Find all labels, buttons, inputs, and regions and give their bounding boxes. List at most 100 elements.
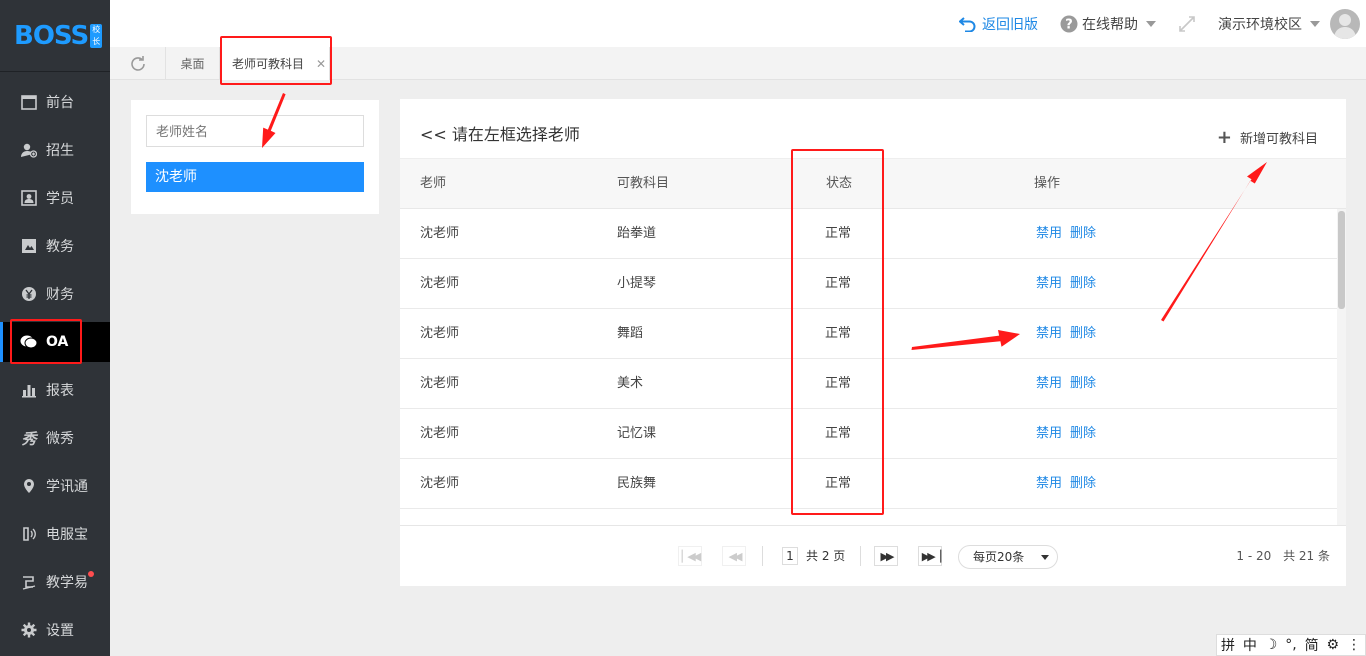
total-pages-text: 共 2 页 xyxy=(806,549,846,563)
ime-pinyin-icon[interactable]: 拼 xyxy=(1221,635,1235,655)
column-header-teacher: 老师 xyxy=(420,176,447,191)
back-old-version-label: 返回旧版 xyxy=(982,16,1038,33)
sidebar-item-label: 报表 xyxy=(46,383,74,399)
page-size-select[interactable]: 每页20条 xyxy=(958,545,1058,569)
cell-subject: 记忆课 xyxy=(617,426,657,441)
campus-selector[interactable]: 演示环境校区 xyxy=(1218,14,1320,34)
ime-simplified[interactable]: 简 xyxy=(1305,635,1319,655)
disable-link[interactable]: 禁用 xyxy=(1036,259,1062,308)
expand-icon xyxy=(1178,15,1196,33)
cell-subject: 小提琴 xyxy=(617,276,657,291)
ime-gear-icon[interactable]: ⚙ xyxy=(1327,637,1340,653)
table-scrollbar[interactable] xyxy=(1337,209,1346,525)
first-page-button[interactable]: ▏◀◀ xyxy=(678,546,702,566)
question-icon: ? xyxy=(1060,15,1078,33)
cell-teacher: 沈老师 xyxy=(420,376,460,391)
delete-link[interactable]: 删除 xyxy=(1070,209,1096,258)
sidebar-item-weixiu[interactable]: 秀 微秀 xyxy=(0,418,110,458)
plus-icon: + xyxy=(1216,127,1232,148)
sidebar-item-shezhi[interactable]: 设置 xyxy=(0,610,110,650)
divider xyxy=(762,546,763,566)
add-subject-label: 新增可教科目 xyxy=(1239,132,1318,147)
sidebar-item-baobiao[interactable]: 报表 xyxy=(0,370,110,410)
sidebar-item-xueyuan[interactable]: 学员 xyxy=(0,178,110,218)
record-range: 1 - 20 共 21 条 xyxy=(1236,547,1330,565)
teacher-list-item[interactable]: 沈老师 xyxy=(146,162,364,192)
delete-link[interactable]: 删除 xyxy=(1070,459,1096,508)
svg-text:?: ? xyxy=(1065,17,1073,32)
column-header-actions: 操作 xyxy=(1034,176,1061,191)
sidebar-item-dianfubao[interactable]: 电服宝 xyxy=(0,514,110,554)
sidebar-item-jiaowu[interactable]: 教务 xyxy=(0,226,110,266)
delete-link[interactable]: 删除 xyxy=(1070,409,1096,458)
undo-arrow-icon xyxy=(959,16,977,32)
sidebar-item-label: 财务 xyxy=(46,287,74,303)
ime-moon-icon[interactable]: ☽ xyxy=(1265,637,1278,653)
teacher-panel: 沈老师 xyxy=(131,100,379,214)
sidebar-item-qiantai[interactable]: 前台 xyxy=(0,82,110,122)
divider xyxy=(860,546,861,566)
cell-subject: 跆拳道 xyxy=(617,226,657,241)
logo-text: BOSS xyxy=(14,20,89,51)
teacher-search-input[interactable] xyxy=(146,115,364,147)
disable-link[interactable]: 禁用 xyxy=(1036,459,1062,508)
book-icon xyxy=(20,237,38,255)
cell-subject: 民族舞 xyxy=(617,476,657,491)
cell-teacher: 沈老师 xyxy=(420,426,460,441)
scrollbar-thumb[interactable] xyxy=(1338,211,1345,309)
delete-link[interactable]: 删除 xyxy=(1070,259,1096,308)
gear-icon xyxy=(20,621,38,639)
calendar-icon xyxy=(20,93,38,111)
sidebar-item-label: 教学易 xyxy=(46,575,88,591)
sidebar-item-label: 前台 xyxy=(46,95,74,111)
ime-punctuation[interactable]: °, xyxy=(1285,637,1296,653)
add-subject-button[interactable]: + 新增可教科目 xyxy=(1217,127,1318,148)
disable-link[interactable]: 禁用 xyxy=(1036,309,1062,358)
online-help-label: 在线帮助 xyxy=(1082,16,1138,33)
last-page-button[interactable]: ▶▶▕ xyxy=(918,546,942,566)
delete-link[interactable]: 删除 xyxy=(1070,359,1096,408)
sidebar-item-xuexuntong[interactable]: 学讯通 xyxy=(0,466,110,506)
sidebar-item-jiaoxueyi[interactable]: 教学易 xyxy=(0,562,110,602)
phone-icon xyxy=(20,525,38,543)
ime-more-icon[interactable]: ⋮ xyxy=(1347,637,1361,653)
annotation-box-status xyxy=(791,149,884,515)
bar-chart-icon xyxy=(20,381,38,399)
ime-toolbar: 拼 中 ☽ °, 简 ⚙ ⋮ xyxy=(1216,634,1366,656)
fullscreen-button[interactable] xyxy=(1178,15,1196,33)
cell-teacher: 沈老师 xyxy=(420,326,460,341)
teach-icon xyxy=(20,573,38,591)
sidebar-item-zhaosheng[interactable]: 招生 xyxy=(0,130,110,170)
yen-icon xyxy=(20,285,38,303)
cell-subject: 美术 xyxy=(617,376,644,391)
avatar[interactable] xyxy=(1330,8,1360,39)
disable-link[interactable]: 禁用 xyxy=(1036,409,1062,458)
notification-dot xyxy=(88,571,94,577)
next-page-button[interactable]: ▶▶ xyxy=(874,546,898,566)
tab-desktop[interactable]: 桌面 xyxy=(166,47,220,80)
delete-link[interactable]: 删除 xyxy=(1070,309,1096,358)
cell-subject: 舞蹈 xyxy=(617,326,644,341)
student-card-icon xyxy=(20,189,38,207)
current-page-input[interactable]: 1 xyxy=(782,547,798,565)
back-old-version-link[interactable]: 返回旧版 xyxy=(959,14,1038,34)
sidebar-item-label: 电服宝 xyxy=(46,527,88,543)
chevron-down-icon xyxy=(1041,555,1049,560)
refresh-icon xyxy=(129,55,147,73)
xiu-icon: 秀 xyxy=(21,429,37,448)
chevron-down-icon xyxy=(1310,20,1320,27)
disable-link[interactable]: 禁用 xyxy=(1036,359,1062,408)
sidebar-item-caiwu[interactable]: 财务 xyxy=(0,274,110,314)
prev-page-button[interactable]: ◀◀ xyxy=(722,546,746,566)
logo-badge: 校长 xyxy=(90,23,103,48)
online-help-menu[interactable]: ? 在线帮助 xyxy=(1060,14,1156,34)
range-text: 1 - 20 xyxy=(1236,549,1272,563)
app-logo[interactable]: BOSS 校长 xyxy=(0,0,110,72)
campus-label: 演示环境校区 xyxy=(1218,16,1302,33)
disable-link[interactable]: 禁用 xyxy=(1036,209,1062,258)
annotation-box-oa xyxy=(10,319,82,364)
ime-chinese-mode[interactable]: 中 xyxy=(1243,635,1257,655)
cell-teacher: 沈老师 xyxy=(420,276,460,291)
refresh-button[interactable] xyxy=(110,47,166,80)
sidebar-item-label: 学讯通 xyxy=(46,479,88,495)
